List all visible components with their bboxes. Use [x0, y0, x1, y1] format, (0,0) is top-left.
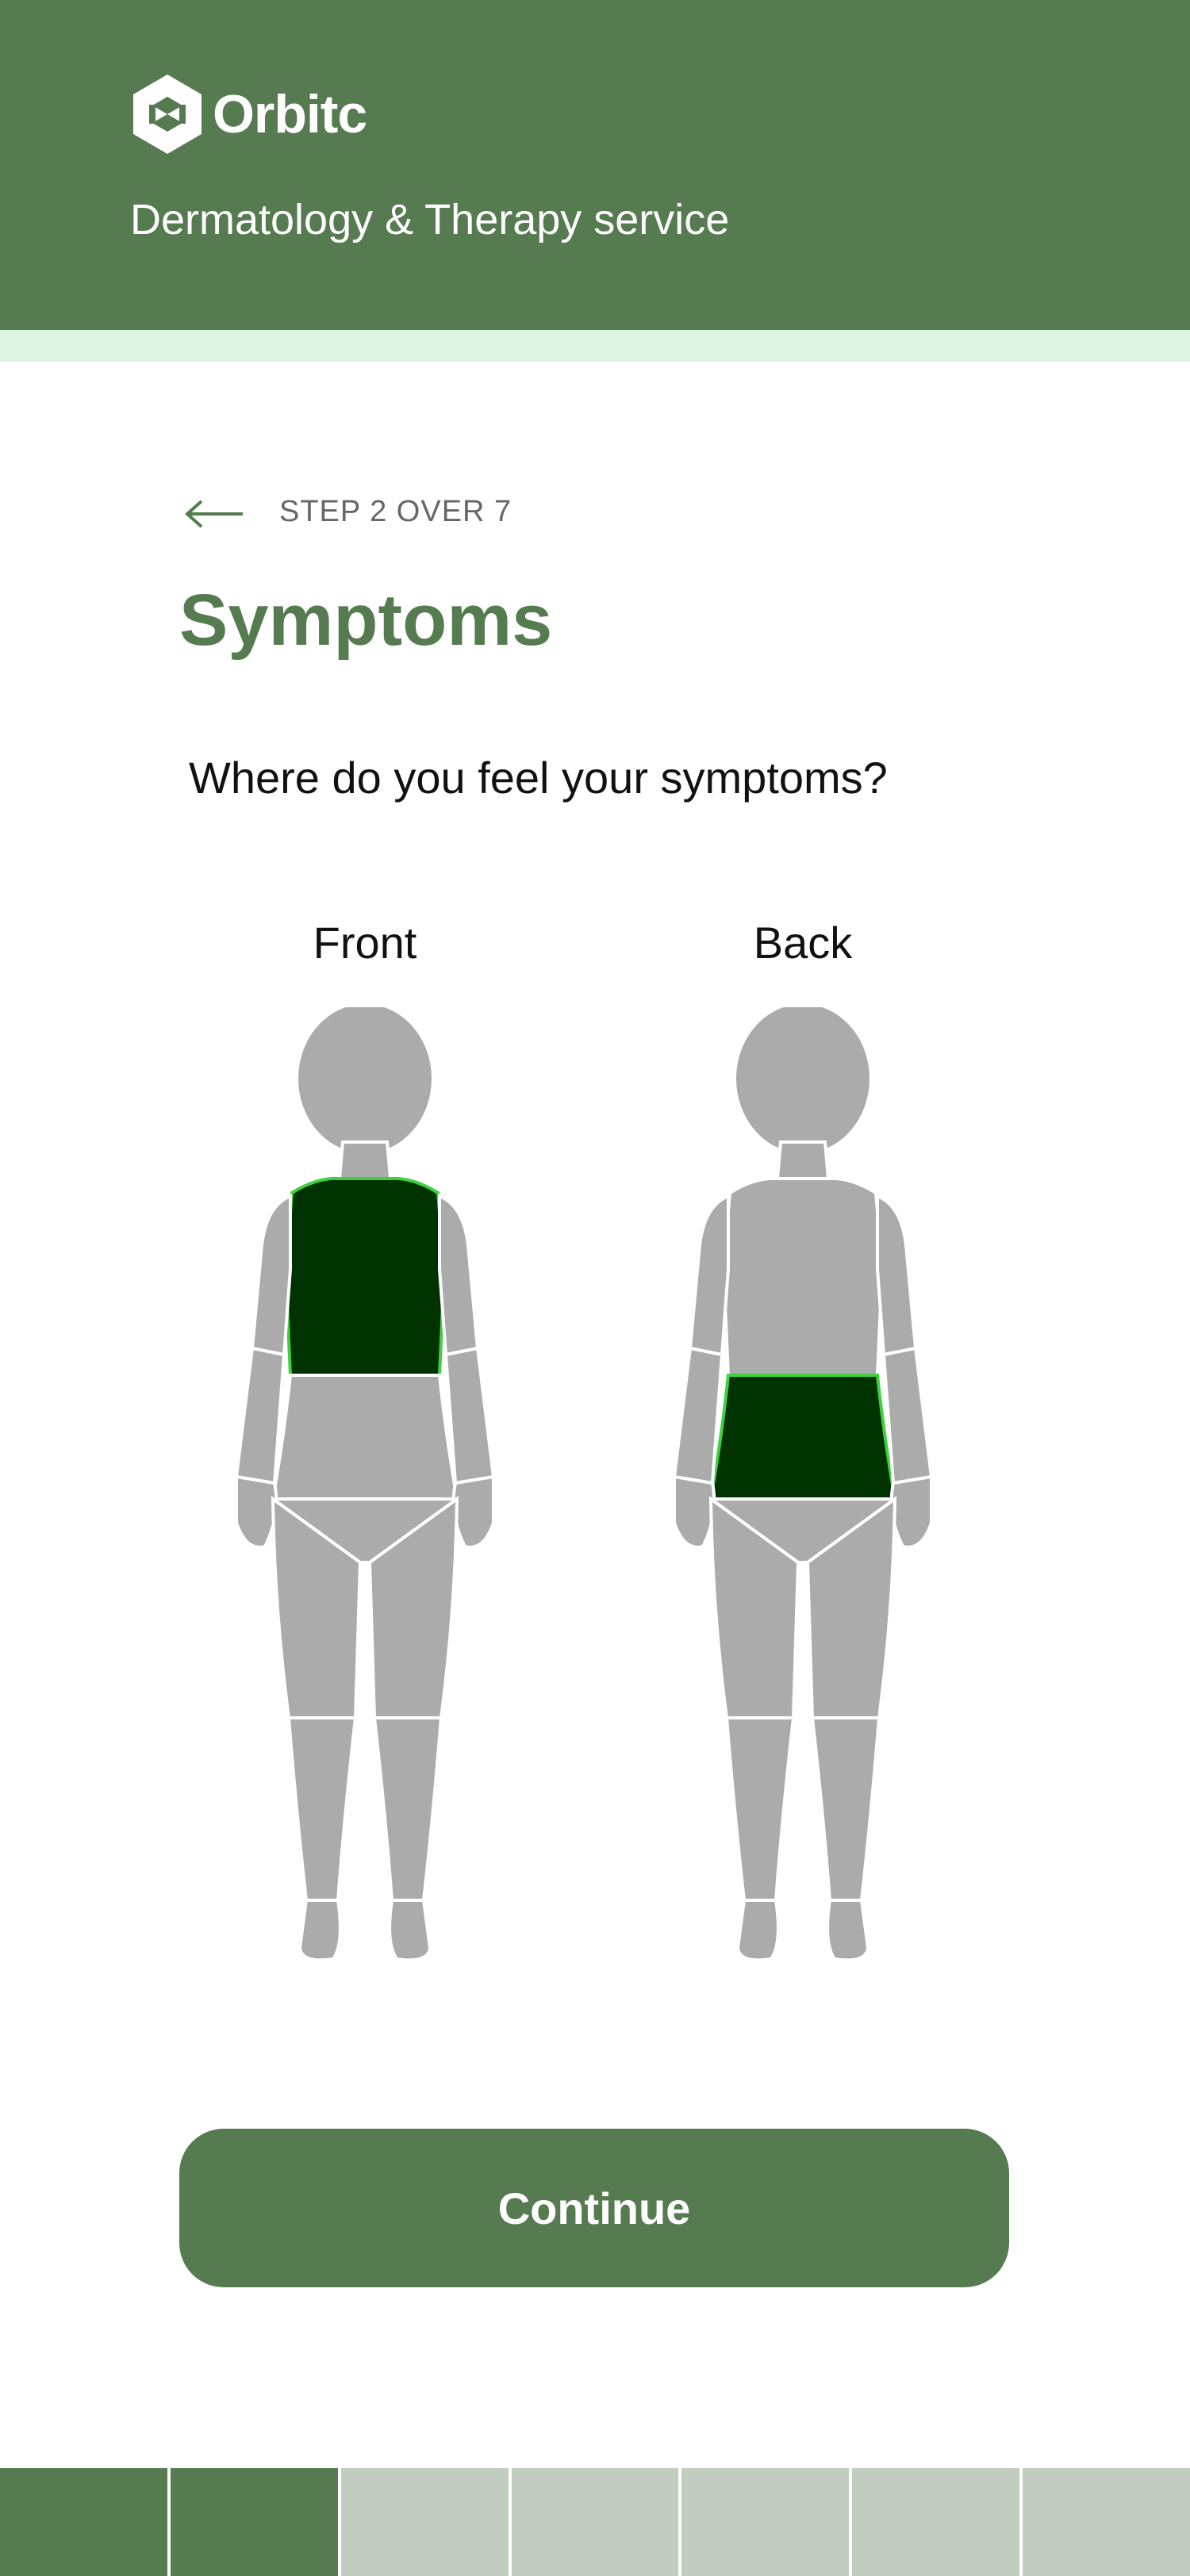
orbitc-logo-icon — [132, 73, 203, 155]
region-chest[interactable] — [283, 1176, 447, 1377]
front-body-map — [234, 1007, 496, 1962]
progress-segment-4 — [511, 2468, 679, 2576]
region-foot-right[interactable] — [826, 1899, 870, 1962]
region-foot-left[interactable] — [298, 1899, 342, 1962]
region-shin-right[interactable] — [372, 1716, 443, 1902]
progress-segment-1 — [0, 2468, 167, 2576]
service-name: Dermatology & Therapy service — [130, 196, 730, 243]
region-hand-left[interactable] — [235, 1474, 278, 1549]
page-title: Symptoms — [179, 580, 553, 661]
region-foot-left[interactable] — [735, 1899, 780, 1962]
header-accent-strip — [0, 330, 1190, 362]
back-body-map — [672, 1007, 934, 1962]
region-hand-right[interactable] — [889, 1474, 933, 1549]
region-shin-left[interactable] — [286, 1716, 358, 1902]
region-upper-arm-left[interactable] — [250, 1194, 292, 1357]
region-forearm-right[interactable] — [443, 1346, 496, 1485]
progress-segment-3 — [340, 2468, 509, 2576]
app-header: Orbitc Dermatology & Therapy service — [0, 0, 1190, 330]
back-button[interactable] — [184, 498, 244, 530]
head[interactable] — [295, 1007, 435, 1156]
progress-segment-2 — [170, 2468, 338, 2576]
progress-segment-7 — [1023, 2468, 1190, 2576]
region-forearm-right[interactable] — [881, 1346, 934, 1485]
step-indicator: STEP 2 OVER 7 — [279, 495, 512, 528]
region-upper-back[interactable] — [721, 1176, 885, 1377]
region-forearm-left[interactable] — [234, 1346, 286, 1485]
continue-button[interactable]: Continue — [179, 2129, 1009, 2287]
neck[interactable] — [775, 1140, 831, 1180]
region-forearm-left[interactable] — [672, 1346, 724, 1485]
region-hand-right[interactable] — [451, 1474, 495, 1549]
region-hand-left[interactable] — [673, 1474, 716, 1549]
brand-name: Orbitc — [213, 84, 367, 144]
brand-logo: Orbitc — [132, 73, 367, 155]
arrow-left-icon — [184, 500, 243, 528]
symptom-question: Where do you feel your symptoms? — [189, 753, 888, 803]
region-calf-right[interactable] — [810, 1716, 881, 1902]
back-figure — [672, 1007, 934, 1962]
step-progress-bar — [0, 2468, 1190, 2576]
region-calf-left[interactable] — [724, 1716, 796, 1902]
back-view-label: Back — [753, 918, 853, 968]
region-upper-arm-right[interactable] — [438, 1194, 480, 1357]
region-abdomen[interactable] — [271, 1374, 459, 1501]
head[interactable] — [733, 1007, 873, 1156]
region-upper-arm-left[interactable] — [688, 1194, 730, 1357]
region-foot-right[interactable] — [388, 1899, 432, 1962]
region-upper-arm-right[interactable] — [876, 1194, 918, 1357]
neck[interactable] — [337, 1140, 393, 1180]
front-figure — [234, 1007, 496, 1962]
progress-segment-5 — [681, 2468, 850, 2576]
front-view-label: Front — [313, 918, 417, 968]
region-lower-back[interactable] — [708, 1374, 897, 1501]
progress-segment-6 — [852, 2468, 1020, 2576]
